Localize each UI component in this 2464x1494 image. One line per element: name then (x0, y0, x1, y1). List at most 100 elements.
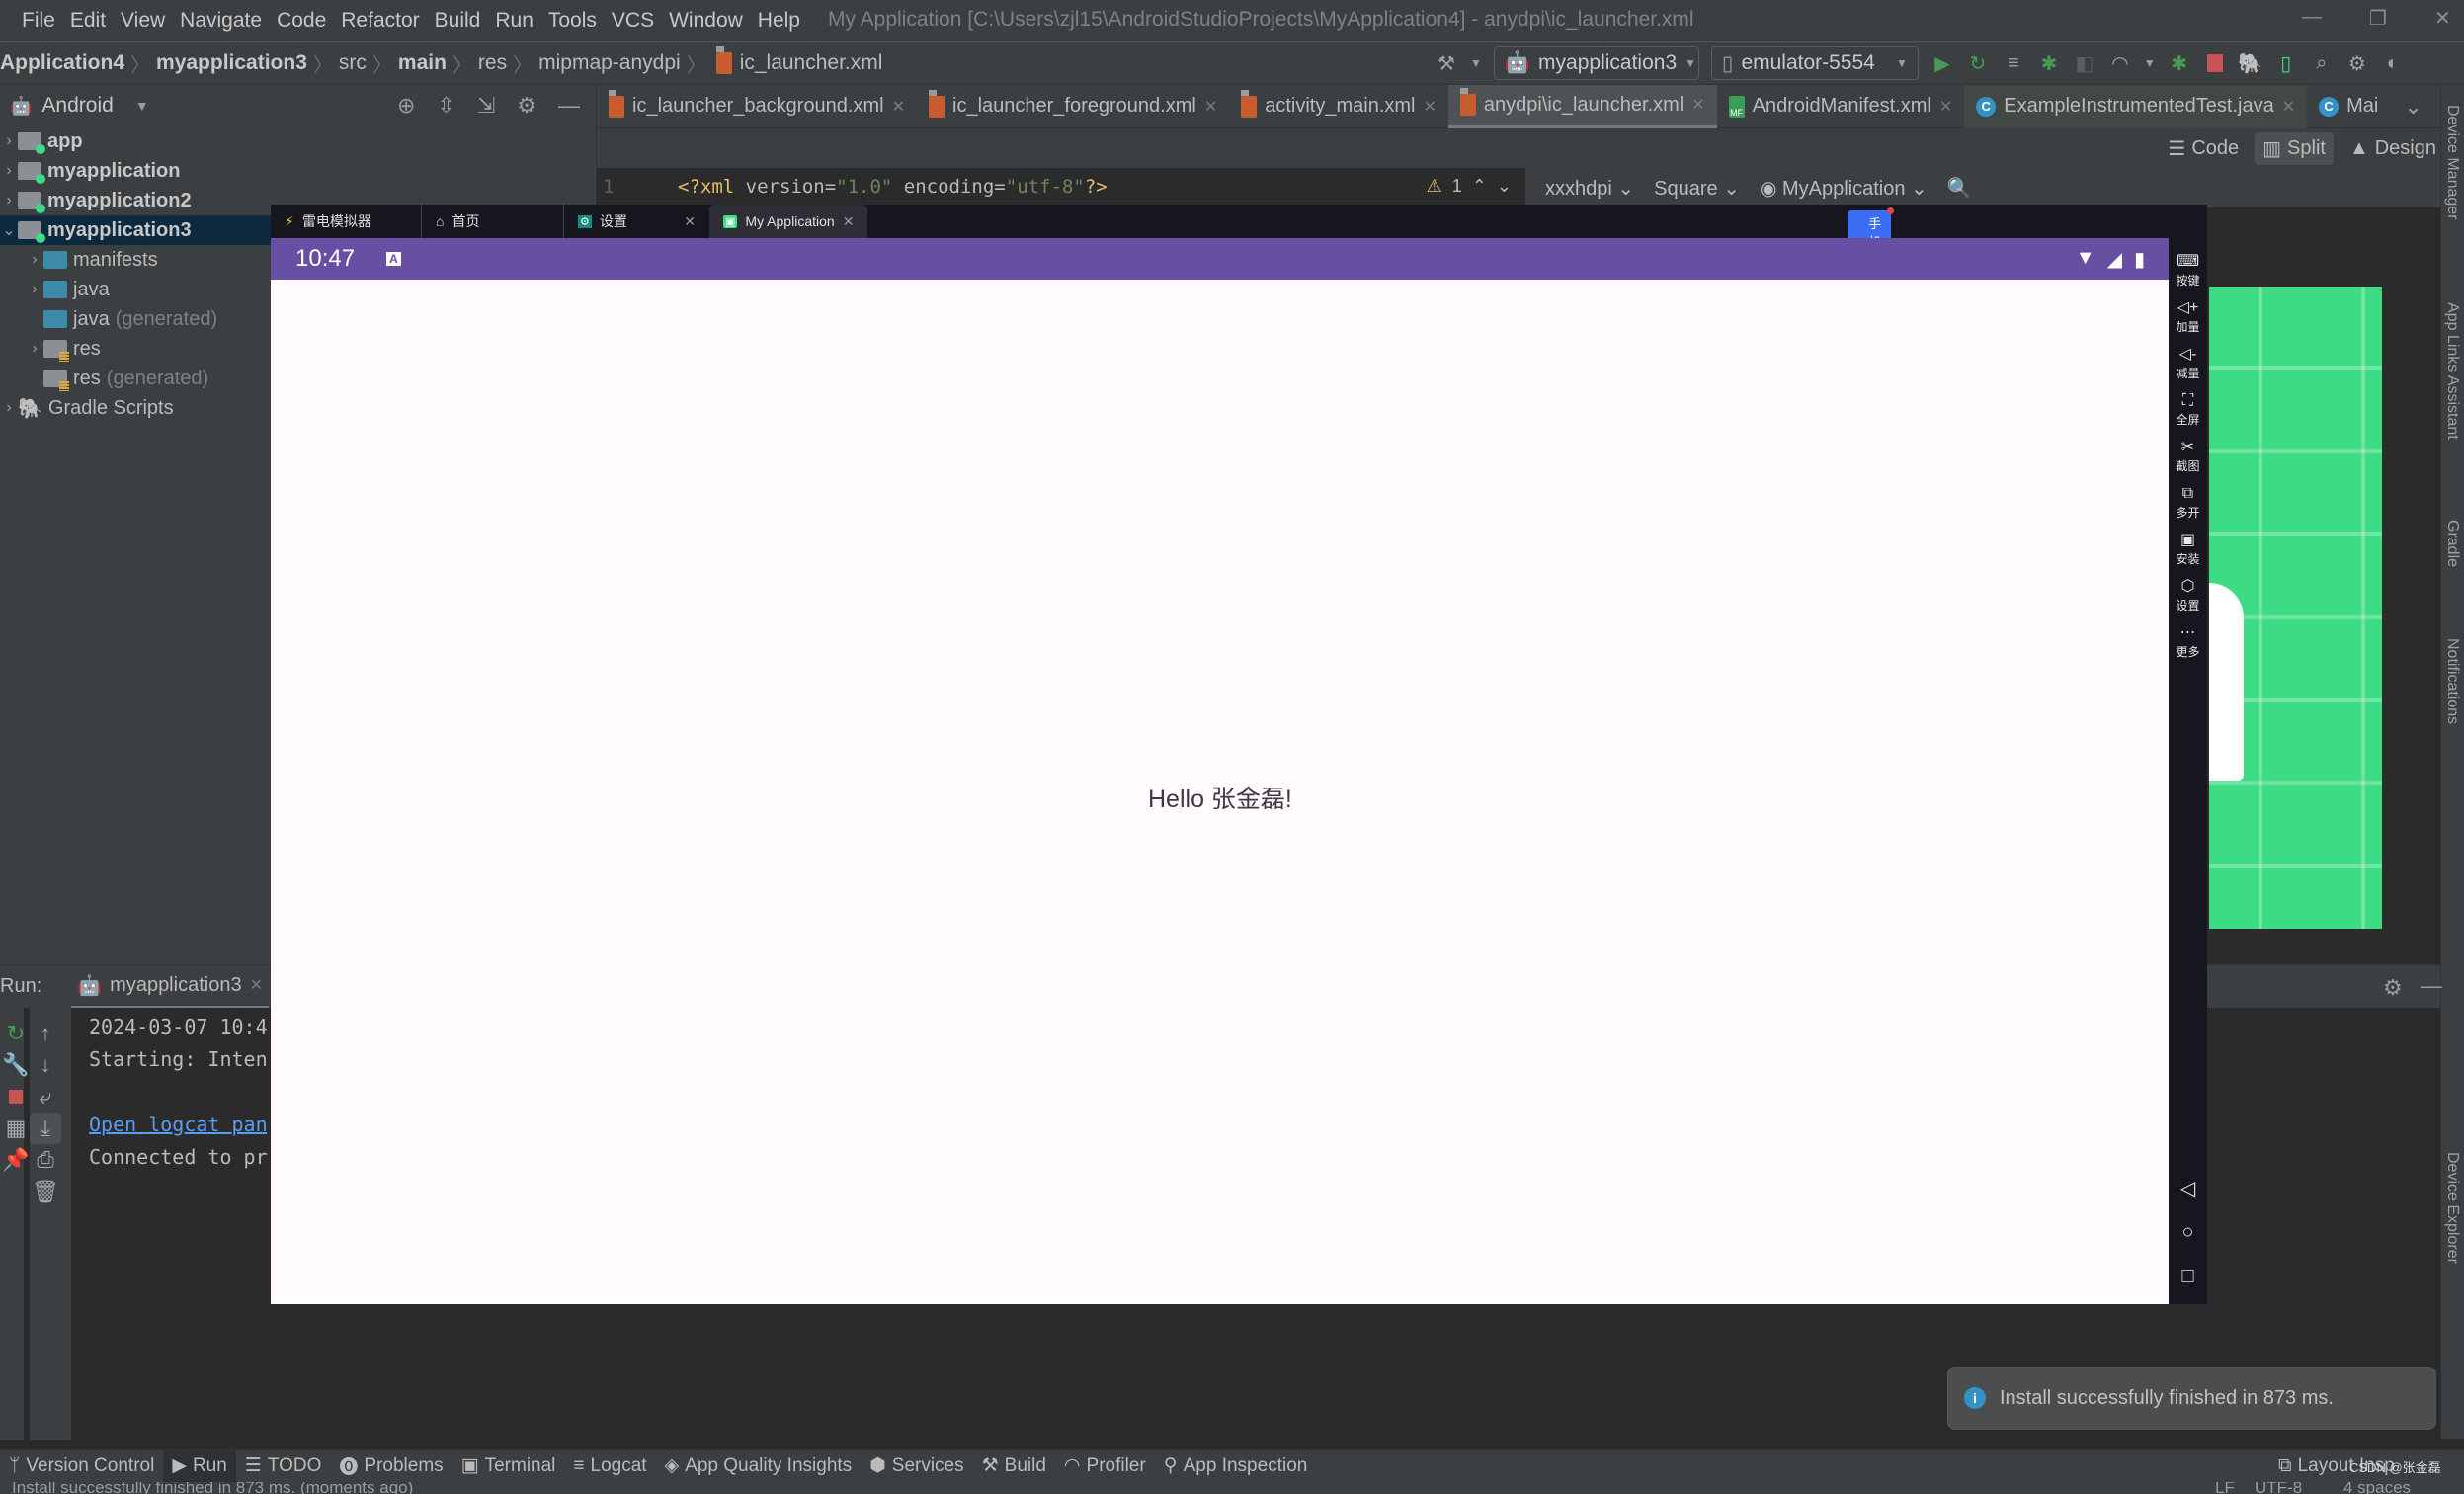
zoom-search-icon[interactable]: 🔍 (1947, 176, 1972, 201)
emulator-tool-settings[interactable]: ⬡ 设置 (2169, 577, 2207, 614)
rerun-icon[interactable]: ↻ (0, 1018, 32, 1049)
emulator-tab-ldplayer[interactable]: ⚡ 雷电模拟器 (271, 205, 421, 238)
breadcrumb-item[interactable]: res (478, 51, 507, 75)
code-view-button[interactable]: ☰ Code (2160, 132, 2247, 165)
breadcrumb-item[interactable]: main (398, 51, 447, 75)
soft-wrap-icon[interactable]: ⤶ (30, 1081, 61, 1113)
tree-item[interactable]: › myapplication (0, 156, 596, 186)
tool-tab-todo[interactable]: ☰ TODO (236, 1450, 331, 1483)
menu-refactor[interactable]: Refactor (337, 9, 430, 33)
close-tab-icon[interactable]: ✕ (843, 213, 855, 230)
chevron-right-icon[interactable]: › (26, 340, 43, 358)
chevron-right-icon[interactable]: › (26, 281, 43, 298)
line-separator[interactable]: LF (2215, 1482, 2235, 1494)
emulator-tool-more[interactable]: ⋯ 更多 (2169, 623, 2207, 660)
tool-tab-build[interactable]: ⚒ Build (973, 1450, 1055, 1483)
up-arrow-icon[interactable]: ↑ (30, 1018, 61, 1049)
tree-item[interactable]: › app (0, 126, 596, 156)
theme-selector[interactable]: ◉ MyApplication ⌄ (1760, 176, 1928, 201)
coverage-icon[interactable]: ◧ (2073, 51, 2096, 75)
warning-icon[interactable]: ⚠ (1427, 176, 1442, 197)
run-tab[interactable]: 🤖 myapplication3 ✕ (71, 965, 269, 1009)
device-explorer-tab[interactable]: Device Explorer (2443, 1152, 2461, 1264)
menu-run[interactable]: Run (491, 9, 544, 33)
editor-tab[interactable]: MF AndroidManifest.xml ✕ (1717, 85, 1965, 128)
menu-vcs[interactable]: VCS (608, 9, 665, 33)
menu-navigate[interactable]: Navigate (176, 9, 273, 33)
menu-file[interactable]: File (18, 9, 66, 33)
down-arrow-icon[interactable]: ↓ (30, 1049, 61, 1081)
close-tab-icon[interactable]: ✕ (250, 975, 263, 995)
settings-icon[interactable]: ⚙ (2345, 51, 2369, 75)
profile-icon[interactable]: ◠ (2108, 51, 2132, 75)
tab-list-dropdown-icon[interactable]: ⌄ (2404, 94, 2422, 120)
editor-tab[interactable]: ic_launcher_background.xml ✕ (597, 85, 917, 128)
file-encoding[interactable]: UTF-8 (2255, 1482, 2302, 1494)
previous-highlight-icon[interactable]: ⌃ (1472, 176, 1487, 197)
emulator-tool-volume-up[interactable]: ◁+ 加量 (2169, 298, 2207, 335)
device-manager-tab[interactable]: Device Manager (2443, 105, 2461, 220)
print-icon[interactable]: ⎙ (30, 1144, 61, 1176)
breadcrumb-item[interactable]: ic_launcher.xml (740, 51, 883, 75)
account-icon[interactable]: ◐ (2381, 51, 2405, 75)
menu-view[interactable]: View (117, 9, 176, 33)
attach-debugger-icon[interactable]: ✱ (2168, 51, 2191, 75)
editor-tab[interactable]: ic_launcher_foreground.xml ✕ (917, 85, 1229, 128)
tool-tab-app-inspection[interactable]: ⚲ App Inspection (1155, 1450, 1317, 1483)
chevron-right-icon[interactable]: › (0, 162, 18, 180)
run-config-selector[interactable]: 🤖 myapplication3 ▼ (1493, 46, 1699, 80)
stop-icon[interactable] (2203, 51, 2227, 75)
close-tab-icon[interactable]: ✕ (684, 213, 696, 230)
close-tab-icon[interactable]: ✕ (1939, 97, 1952, 117)
device-selector[interactable]: ▯ emulator-5554 ▼ (1710, 46, 1919, 80)
close-tab-icon[interactable]: ✕ (1423, 97, 1436, 117)
device-manager-icon[interactable]: ▯ (2274, 51, 2298, 75)
close-tab-icon[interactable]: ✕ (1204, 97, 1217, 117)
menu-edit[interactable]: Edit (66, 9, 117, 33)
chevron-right-icon[interactable]: › (0, 132, 18, 150)
emulator-tool-volume-down[interactable]: ◁- 减量 (2169, 345, 2207, 381)
hide-panel-icon[interactable]: — (2421, 973, 2442, 999)
close-tab-icon[interactable]: ✕ (2282, 97, 2295, 117)
split-view-button[interactable]: ▥ Split (2255, 131, 2334, 165)
tool-tab-run[interactable]: ▶ Run (163, 1449, 236, 1483)
design-view-button[interactable]: ▲ Design (2341, 133, 2444, 164)
chevron-right-icon[interactable]: › (0, 192, 18, 209)
status-message[interactable]: Install successfully finished in 873 ms.… (12, 1482, 413, 1494)
scroll-to-end-icon[interactable]: ⤓ (30, 1113, 61, 1144)
density-selector[interactable]: xxxhdpi ⌄ (1545, 176, 1634, 201)
notifications-tab[interactable]: Notifications (2443, 638, 2461, 724)
menu-build[interactable]: Build (431, 9, 492, 33)
hammer-build-icon[interactable]: ⚒ (1435, 51, 1458, 75)
gear-icon[interactable]: ⚙ (2383, 975, 2403, 1001)
back-nav-icon[interactable]: ◁ (2169, 1167, 2207, 1210)
chevron-down-icon[interactable]: ▼ (135, 98, 149, 114)
tool-tab-app-quality-insights[interactable]: ◈ App Quality Insights (656, 1450, 862, 1483)
shape-selector[interactable]: Square ⌄ (1654, 176, 1740, 201)
next-highlight-icon[interactable]: ⌄ (1497, 176, 1512, 197)
app-links-assistant-tab[interactable]: App Links Assistant (2443, 302, 2461, 440)
breadcrumb-item[interactable]: mipmap-anydpi (538, 51, 681, 75)
tool-tab-version-control[interactable]: ᛘ Version Control (0, 1450, 163, 1483)
stop-icon[interactable] (0, 1081, 32, 1113)
debug-icon[interactable]: ✱ (2037, 51, 2061, 75)
tool-tab-terminal[interactable]: ▣ Terminal (452, 1450, 565, 1483)
emulator-tab-home[interactable]: ⌂ 首页 (421, 205, 563, 238)
gradle-sync-icon[interactable]: 🐘 (2238, 51, 2262, 75)
tool-tab-problems[interactable]: ⓿ Problems (330, 1450, 452, 1483)
emulator-tool-keyboard[interactable]: ⌨ 按键 (2169, 252, 2207, 289)
tool-tab-services[interactable]: ⬢ Services (861, 1450, 972, 1483)
layout-icon[interactable]: ▦ (0, 1113, 32, 1144)
apply-code-changes-icon[interactable]: ≡ (2002, 51, 2025, 75)
install-notification[interactable]: i Install successfully finished in 873 m… (1947, 1367, 2436, 1430)
close-window-button[interactable]: ✕ (2434, 6, 2451, 31)
close-tab-icon[interactable]: ✕ (1691, 95, 1704, 115)
breadcrumb-item[interactable]: Application4 (0, 51, 124, 75)
search-icon[interactable]: ⌕ (2310, 51, 2334, 75)
locate-file-icon[interactable]: ⊕ (397, 93, 415, 119)
chevron-down-icon[interactable]: ▼ (1470, 56, 1482, 70)
recents-nav-icon[interactable]: □ (2169, 1254, 2207, 1297)
pin-icon[interactable]: 📌 (0, 1144, 32, 1176)
emulator-tool-multi-instance[interactable]: ⧉ 多开 (2169, 484, 2207, 521)
emulator-tool-apk-install[interactable]: ▣ 安装 (2169, 531, 2207, 567)
